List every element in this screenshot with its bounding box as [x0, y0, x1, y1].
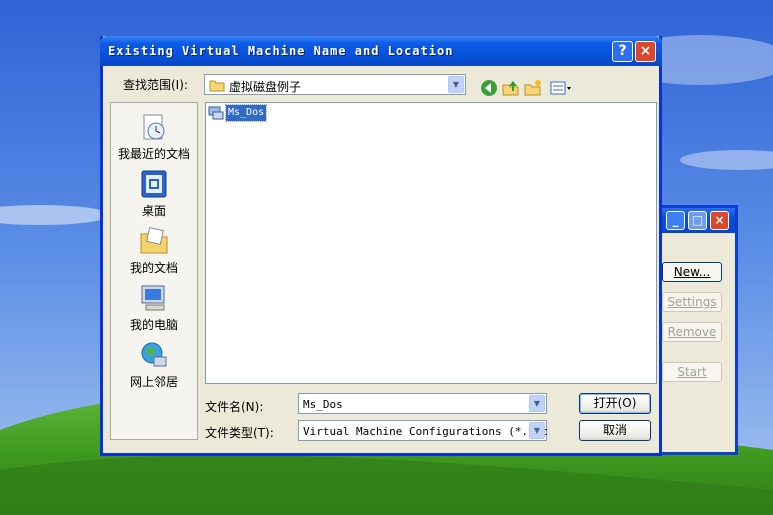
up-folder-icon[interactable] — [501, 79, 521, 97]
file-type-combobox[interactable]: Virtual Machine Configurations (*.vmc ▼ — [298, 420, 549, 441]
help-icon[interactable]: ? — [612, 41, 633, 62]
place-label: 桌面 — [141, 204, 166, 218]
file-list[interactable]: Ms_Dos — [205, 102, 657, 384]
file-name-combobox[interactable]: Ms_Dos ▼ — [298, 393, 547, 414]
place-recent-documents[interactable]: 我最近的文档 — [111, 111, 197, 162]
network-places-icon — [141, 342, 167, 367]
file-type-label: 文件类型(T): — [205, 426, 274, 440]
new-button[interactable]: New... — [662, 262, 722, 282]
chevron-down-icon[interactable]: ▼ — [529, 422, 545, 439]
desktop-icon — [141, 170, 167, 198]
my-documents-icon — [140, 227, 168, 254]
background-window: _ □ × New... Settings Remove Start — [658, 205, 738, 455]
minimize-icon[interactable]: _ — [666, 211, 685, 230]
open-file-dialog: Existing Virtual Machine Name and Locati… — [100, 36, 662, 456]
file-name: Ms_Dos — [224, 104, 268, 122]
my-computer-icon — [141, 285, 165, 311]
open-button[interactable]: 打开(O) — [579, 393, 651, 414]
chevron-down-icon[interactable]: ▼ — [448, 76, 464, 93]
settings-button[interactable]: Settings — [662, 292, 722, 312]
place-label: 我的电脑 — [129, 318, 178, 332]
background-window-titlebar: _ □ × — [658, 208, 735, 233]
look-in-label: 查找范围(I): — [123, 78, 188, 92]
start-button[interactable]: Start — [662, 362, 722, 382]
file-type-value: Virtual Machine Configurations (*.vmc — [303, 425, 549, 438]
new-folder-icon[interactable] — [523, 79, 543, 97]
place-network-places[interactable]: 网上邻居 — [111, 339, 197, 390]
file-name-label: 文件名(N): — [205, 400, 264, 414]
place-label: 我的文档 — [129, 261, 178, 275]
place-label: 网上邻居 — [129, 375, 178, 389]
place-label: 我最近的文档 — [117, 147, 190, 161]
dialog-titlebar[interactable]: Existing Virtual Machine Name and Locati… — [100, 36, 662, 66]
maximize-icon[interactable]: □ — [688, 211, 707, 230]
view-menu-icon[interactable] — [549, 79, 573, 97]
look-in-combobox[interactable]: 虚拟磁盘例子 ▼ — [204, 74, 466, 95]
place-my-documents[interactable]: 我的文档 — [111, 225, 197, 276]
remove-button[interactable]: Remove — [662, 322, 722, 342]
close-icon[interactable]: × — [635, 41, 656, 62]
place-desktop[interactable]: 桌面 — [111, 168, 197, 219]
virtual-machine-icon — [208, 106, 224, 120]
back-icon[interactable] — [479, 79, 499, 97]
dialog-title: Existing Virtual Machine Name and Locati… — [108, 44, 454, 58]
cancel-button[interactable]: 取消 — [579, 420, 651, 441]
chevron-down-icon[interactable]: ▼ — [529, 395, 545, 412]
look-in-value: 虚拟磁盘例子 — [229, 80, 302, 94]
recent-documents-icon — [143, 114, 165, 140]
file-name-value: Ms_Dos — [303, 398, 343, 411]
close-icon[interactable]: × — [710, 211, 729, 230]
place-my-computer[interactable]: 我的电脑 — [111, 282, 197, 333]
folder-icon — [209, 80, 225, 92]
places-bar: 我最近的文档 桌面 我的文档 我的电脑 网上邻居 — [110, 102, 198, 440]
